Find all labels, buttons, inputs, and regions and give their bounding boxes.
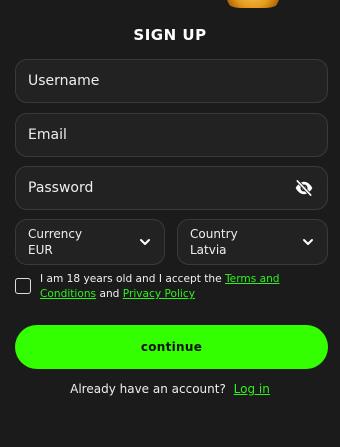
terms-prefix: I am 18 years old and I accept the <box>40 273 222 285</box>
username-placeholder: Username <box>28 73 100 89</box>
password-field[interactable]: Password <box>15 166 328 210</box>
currency-select[interactable]: Currency EUR <box>15 219 165 265</box>
currency-value: EUR <box>28 243 53 257</box>
top-decoration <box>218 0 288 8</box>
country-select[interactable]: Country Latvia <box>177 219 328 265</box>
privacy-link[interactable]: Privacy Policy <box>123 288 195 300</box>
email-placeholder: Email <box>28 127 67 143</box>
currency-label: Currency <box>28 227 83 241</box>
eye-off-icon[interactable] <box>293 177 315 199</box>
country-label: Country <box>190 227 238 241</box>
login-prompt: Already have an account? Log in <box>0 382 340 396</box>
username-field[interactable]: Username <box>15 59 328 103</box>
password-placeholder: Password <box>28 180 94 196</box>
email-field[interactable]: Email <box>15 113 328 157</box>
login-link[interactable]: Log in <box>234 382 270 396</box>
country-value: Latvia <box>190 243 227 257</box>
terms-text: I am 18 years old and I accept the Terms… <box>40 272 330 302</box>
age-terms-checkbox[interactable] <box>15 278 31 294</box>
terms-middle: and <box>99 288 120 300</box>
chevron-down-icon <box>303 239 313 245</box>
chevron-down-icon <box>140 239 150 245</box>
page-title: SIGN UP <box>133 26 207 44</box>
login-question: Already have an account? <box>70 382 226 396</box>
continue-button[interactable]: continue <box>15 325 328 369</box>
